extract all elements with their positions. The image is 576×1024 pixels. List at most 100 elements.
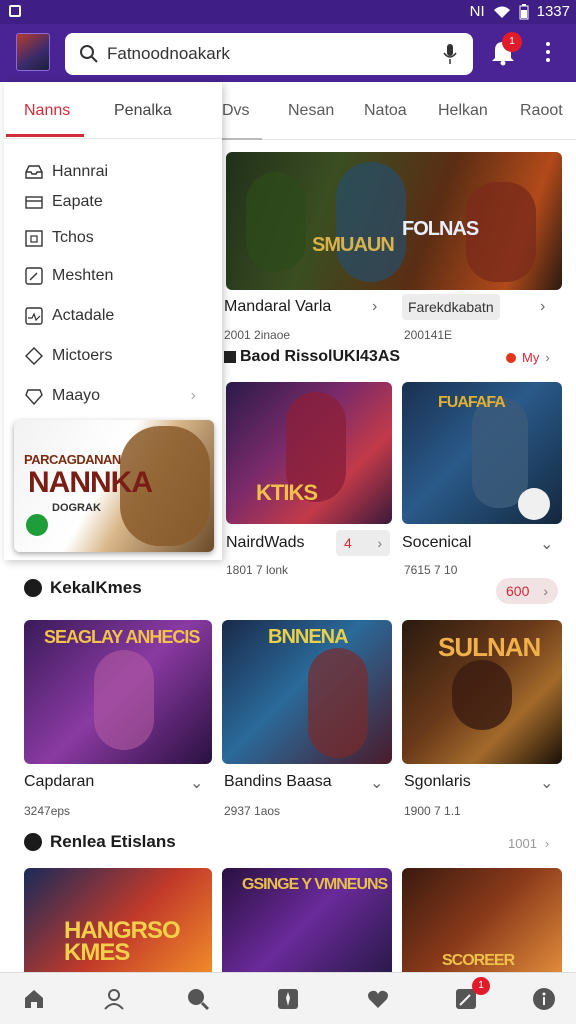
game-logo-7: GSINGE Y VMNEUNS: [242, 876, 388, 893]
activity-icon: [25, 307, 43, 325]
live-dot-icon: [506, 352, 516, 363]
notification-badge: 1: [502, 32, 522, 52]
game-image[interactable]: KTIKS: [226, 382, 392, 524]
drawer-item-6[interactable]: Mictoers: [24, 344, 112, 368]
mic-icon[interactable]: [443, 43, 457, 65]
category-tabs: Dvs Nesan Natoa Helkan Raoot: [222, 82, 576, 140]
search-nav-icon[interactable]: [186, 987, 210, 1011]
promo-subtitle: DOGRAK: [52, 502, 101, 514]
tray-icon: [25, 196, 43, 209]
battery-icon: [519, 3, 529, 19]
chevron-right-icon[interactable]: ›: [372, 298, 377, 316]
drawer-item-3[interactable]: Tchos: [24, 226, 94, 250]
compass-icon: [24, 833, 42, 851]
tab-indicator: [222, 138, 262, 140]
edit-icon: [25, 267, 43, 285]
tab-5[interactable]: Raoot: [520, 102, 563, 120]
game-price-pill[interactable]: 600 ›: [496, 578, 558, 604]
game-logo-5: SULNAN: [438, 632, 541, 662]
drawer-tab-1[interactable]: Nanns: [24, 102, 70, 120]
drawer-item-5[interactable]: Actadale: [24, 304, 114, 328]
bottom-nav: 1: [0, 972, 576, 1024]
app-bar: Fatnoodnoakark 1: [0, 24, 576, 82]
game-logo-6: HANGRSO KMES: [64, 917, 181, 966]
featured-game-image[interactable]: SMUAUN FOLNAS: [226, 152, 562, 290]
drawer-item-2[interactable]: Eapate: [24, 190, 103, 214]
drawer-item-4[interactable]: Meshten: [24, 264, 113, 288]
calendar-icon: [25, 230, 43, 247]
drawer-item-7[interactable]: Maayo ›: [24, 384, 210, 408]
game-action-pill[interactable]: 4 ›: [336, 530, 390, 556]
section-1-title: Baod RissolUKI43AS: [224, 348, 400, 366]
info-icon[interactable]: [532, 987, 556, 1011]
game-logo-8: SCOREER: [442, 952, 515, 969]
chevron-right-icon-3: ›: [190, 387, 196, 404]
game-image-8[interactable]: SCOREER: [402, 868, 562, 972]
search-query: Fatnoodnoakark: [107, 44, 230, 63]
game-meta-3: 3247eps: [24, 804, 71, 818]
tab-1[interactable]: Dvs: [222, 102, 250, 120]
game-logo-4: BNNENA: [268, 626, 349, 648]
game-title[interactable]: NairdWads: [226, 534, 305, 552]
heart-icon[interactable]: [366, 987, 390, 1011]
more-options-icon[interactable]: [542, 42, 554, 66]
home-icon[interactable]: [22, 987, 46, 1011]
tab-3[interactable]: Natoa: [364, 102, 407, 120]
game-meta: 1801 7 lonk: [226, 563, 289, 577]
messages-badge: 1: [472, 977, 490, 995]
chevron-down-icon-2[interactable]: ⌄: [190, 773, 203, 793]
game-logo-2: FUAFAFA: [438, 394, 506, 411]
promo-logo: NANNKA: [28, 466, 153, 499]
search-input[interactable]: Fatnoodnoakark: [65, 33, 473, 75]
game-image-2[interactable]: FUAFAFA: [402, 382, 562, 524]
game-image-5[interactable]: SULNAN: [402, 620, 562, 764]
game-image-6[interactable]: HANGRSO KMES: [24, 868, 212, 972]
game-logo-3: SEAGLAY ANHECIS: [44, 627, 200, 647]
chevron-right-icon-2[interactable]: ›: [540, 298, 545, 316]
game-title-5[interactable]: Sgonlaris: [404, 773, 471, 791]
tab-2[interactable]: Nesan: [288, 102, 334, 120]
section-3-title: Renlea Etislans: [24, 832, 176, 852]
clock: 1337: [536, 3, 570, 20]
game-image-7[interactable]: GSINGE Y VMNEUNS: [222, 868, 392, 972]
featured-game-logo: FOLNAS: [402, 218, 479, 240]
drawer-tab-indicator: [6, 134, 84, 137]
featured-title-2[interactable]: Farekdkabatn: [402, 294, 500, 320]
section-2-title: KekalKmes: [24, 578, 142, 598]
drawer-promo-banner[interactable]: PARCAGDANAN NANNKA DOGRAK: [14, 420, 214, 552]
avatar[interactable]: [16, 33, 50, 71]
game-meta-2: 7615 7 10: [404, 563, 458, 577]
profile-icon[interactable]: [102, 987, 126, 1011]
featured-game-logo-left: SMUAUN: [312, 234, 395, 256]
game-logo: KTIKS: [256, 480, 318, 505]
check-circle-icon: [24, 579, 42, 597]
chevron-down-icon-4[interactable]: ⌄: [540, 773, 553, 793]
promo-badge-icon: [24, 512, 50, 538]
section-3-action[interactable]: 1001 ›: [508, 836, 549, 851]
game-title-2[interactable]: Socenical: [402, 534, 471, 552]
download-icon[interactable]: [518, 488, 550, 520]
chevron-down-icon-3[interactable]: ⌄: [370, 773, 383, 793]
status-bar: NI 1337: [0, 0, 576, 24]
game-image-4[interactable]: BNNENA: [222, 620, 392, 764]
game-meta-5: 1900 7 1.1: [404, 804, 461, 818]
wifi-icon: [493, 6, 510, 18]
nav-drawer: Nanns Penalka Hannrai Eapate Tchos Mesht…: [4, 82, 222, 560]
tab-4[interactable]: Helkan: [438, 102, 488, 120]
game-meta-4: 2937 1aos: [224, 804, 281, 818]
flag-icon: [224, 351, 236, 363]
game-title-3[interactable]: Capdaran: [24, 773, 94, 791]
diamond-icon: [25, 347, 43, 365]
promo-title: PARCAGDANAN: [24, 452, 121, 467]
search-icon: [80, 45, 98, 63]
drawer-item-1[interactable]: Hannrai: [24, 160, 108, 184]
games-icon[interactable]: [276, 987, 300, 1011]
chevron-down-icon[interactable]: ⌄: [540, 534, 553, 554]
notification-icon: [9, 5, 21, 17]
game-title-4[interactable]: Bandins Baasa: [224, 773, 332, 791]
featured-title-1[interactable]: Mandaral Varla: [224, 298, 331, 316]
drawer-tab-2[interactable]: Penalka: [114, 102, 172, 120]
featured-meta-2: 200141E: [404, 328, 453, 342]
game-image-3[interactable]: SEAGLAY ANHECIS: [24, 620, 212, 764]
section-1-action[interactable]: My ›: [506, 350, 550, 365]
